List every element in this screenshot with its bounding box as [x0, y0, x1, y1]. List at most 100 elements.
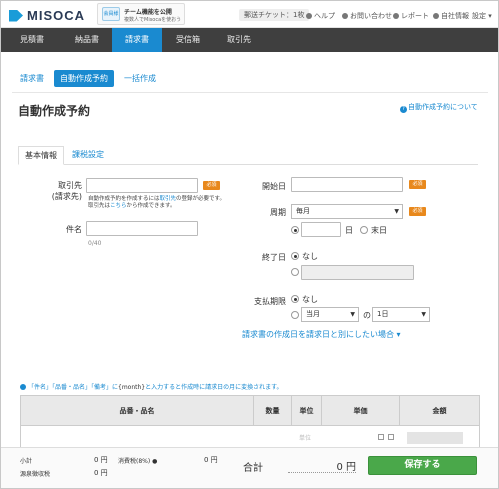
col-item-name: 品番・品名: [21, 396, 254, 426]
note-text-4: から作成できます。: [126, 203, 176, 209]
customer-note: 自動作成予約を作成するには取引先の登録が必要です。 取引先はこちらから作成できま…: [88, 196, 225, 210]
unit-input[interactable]: 単位: [299, 433, 311, 442]
chevron-down-icon: ▼: [421, 311, 426, 318]
tab-tax-settings[interactable]: 課税設定: [66, 146, 110, 165]
nav-tab-delivery[interactable]: 納品書: [63, 28, 111, 52]
subject-input[interactable]: [86, 221, 198, 236]
customer-label: 取引先 (請求先): [40, 180, 82, 202]
company-info-link[interactable]: 自社情報: [433, 11, 469, 21]
payment-of-label: の: [363, 311, 371, 320]
divider: [12, 92, 488, 93]
month-end-radio[interactable]: [360, 226, 368, 234]
page-title: 自動作成予約: [18, 104, 91, 118]
withholding-checkbox[interactable]: [388, 434, 394, 440]
save-button[interactable]: 保存する: [368, 456, 477, 475]
payment-day-value: 1日: [377, 310, 389, 318]
report-link[interactable]: レポート: [393, 11, 429, 21]
withholding-value: 0 円: [94, 469, 108, 477]
settings-label: 設定: [472, 12, 486, 20]
misoca-logo[interactable]: MISOCA: [9, 8, 85, 23]
chart-icon: [393, 13, 399, 19]
hint-post: と入力すると作成時に請求日の月に変換されます。: [145, 384, 283, 391]
note-text-3: 取引先は: [88, 203, 111, 209]
month-token-hint: 「件名」「品番・品名」「備考」に{month}と入力すると作成時に請求日の月に変…: [20, 382, 283, 391]
auto-schedule-help-link[interactable]: ? 自動作成予約について: [400, 102, 478, 113]
end-date-radio[interactable]: [291, 268, 299, 276]
col-amount: 金額: [432, 407, 447, 415]
contact-link[interactable]: お問い合わせ: [342, 11, 392, 21]
subtotal-label: 小計: [20, 458, 33, 465]
nav-tab-estimates[interactable]: 見積書: [1, 28, 63, 52]
chevron-down-icon: ▼: [350, 311, 355, 318]
subtab-bulk-create[interactable]: 一括作成: [124, 73, 156, 84]
day-input[interactable]: [301, 222, 341, 237]
help-link[interactable]: ヘルプ: [306, 11, 335, 21]
start-date-label: 開始日: [262, 182, 286, 191]
day-radio[interactable]: [291, 226, 299, 234]
company-label: 自社情報: [441, 12, 469, 20]
payment-none-label: なし: [302, 295, 318, 304]
payment-day-select[interactable]: 1日 ▼: [372, 307, 430, 322]
total-label: 合計: [243, 463, 263, 474]
separate-date-toggle-link[interactable]: 請求書の作成日を請求日と別にしたい場合 ▾: [242, 329, 401, 340]
team-feature-banner[interactable]: 会員様 チーム機能を公開 複数人でMisocaを使おう: [97, 3, 185, 25]
day-suffix: 日: [345, 226, 353, 235]
end-none-radio[interactable]: [291, 252, 299, 260]
payment-none-radio[interactable]: [291, 295, 299, 303]
withholding-label: 源泉徴収税: [20, 471, 51, 478]
members-icon: 会員様: [102, 7, 120, 21]
tax-label-text: 消費税(8%): [118, 458, 151, 465]
table-header: 品番・品名 数量 単位 単価 金額: [21, 396, 479, 426]
settings-link[interactable]: 設定 ▾: [472, 11, 492, 21]
end-date-input[interactable]: [301, 265, 414, 280]
subject-char-count: 0/40: [88, 240, 102, 247]
customer-register-link[interactable]: 取引先: [160, 196, 177, 202]
chat-icon: [342, 13, 348, 19]
required-badge: 必須: [409, 180, 426, 189]
end-none-label: なし: [302, 252, 318, 261]
main-nav: 見積書 納品書 請求書 受信箱 取引先: [1, 28, 498, 52]
mail-ticket-badge[interactable]: 郵送チケット：1枚: [239, 9, 310, 21]
nav-tab-invoices[interactable]: 請求書: [112, 28, 162, 52]
customer-create-link[interactable]: こちら: [110, 203, 127, 209]
nav-tab-customers[interactable]: 取引先: [214, 28, 264, 52]
cycle-select[interactable]: 毎月 ▼: [291, 204, 403, 219]
end-date-label: 終了日: [262, 253, 286, 262]
subtab-auto-schedule[interactable]: 自動作成予約: [54, 70, 114, 87]
total-value: 0 円: [288, 456, 356, 473]
contact-label: お問い合わせ: [350, 12, 392, 20]
customer-label-line1: 取引先: [58, 181, 82, 190]
payment-date-radio[interactable]: [291, 311, 299, 319]
help-link-label: 自動作成予約について: [408, 103, 478, 111]
tax-label: 消費税(8%) ●: [118, 456, 157, 465]
promo-subtitle: 複数人でMisocaを使おう: [124, 17, 182, 23]
promo-title: チーム機能を公開: [124, 9, 172, 16]
subtab-invoices[interactable]: 請求書: [20, 73, 44, 84]
tax-checkbox[interactable]: [378, 434, 384, 440]
subject-label: 件名: [66, 225, 82, 234]
col-unit: 単位: [292, 396, 322, 426]
required-badge: 必須: [409, 207, 426, 216]
logo-text: MISOCA: [27, 8, 85, 23]
building-icon: [433, 13, 439, 19]
required-badge: 必須: [203, 181, 220, 190]
tax-value: 0 円: [204, 456, 218, 464]
payment-month-select[interactable]: 当月 ▼: [301, 307, 359, 322]
customer-label-line2: (請求先): [51, 192, 82, 201]
help-label: ヘルプ: [314, 12, 335, 20]
tab-basic-info[interactable]: 基本情報: [18, 146, 64, 165]
line-items-table: 品番・品名 数量 単位 単価 金額 単位: [20, 395, 480, 450]
col-unit-price: 単価: [322, 396, 400, 426]
note-text-1: 自動作成予約を作成するには: [88, 196, 160, 202]
note-text-2: の登録が必要です。: [176, 196, 225, 202]
start-date-input[interactable]: [291, 177, 403, 192]
tax-help-icon[interactable]: ●: [152, 458, 157, 465]
payment-month-value: 当月: [306, 310, 320, 318]
col-quantity: 数量: [254, 396, 292, 426]
question-icon: ?: [400, 106, 407, 113]
customer-input[interactable]: [86, 178, 198, 193]
help-icon: [306, 13, 312, 19]
info-icon: [20, 384, 26, 390]
report-label: レポート: [401, 12, 429, 20]
nav-tab-inbox[interactable]: 受信箱: [162, 28, 214, 52]
